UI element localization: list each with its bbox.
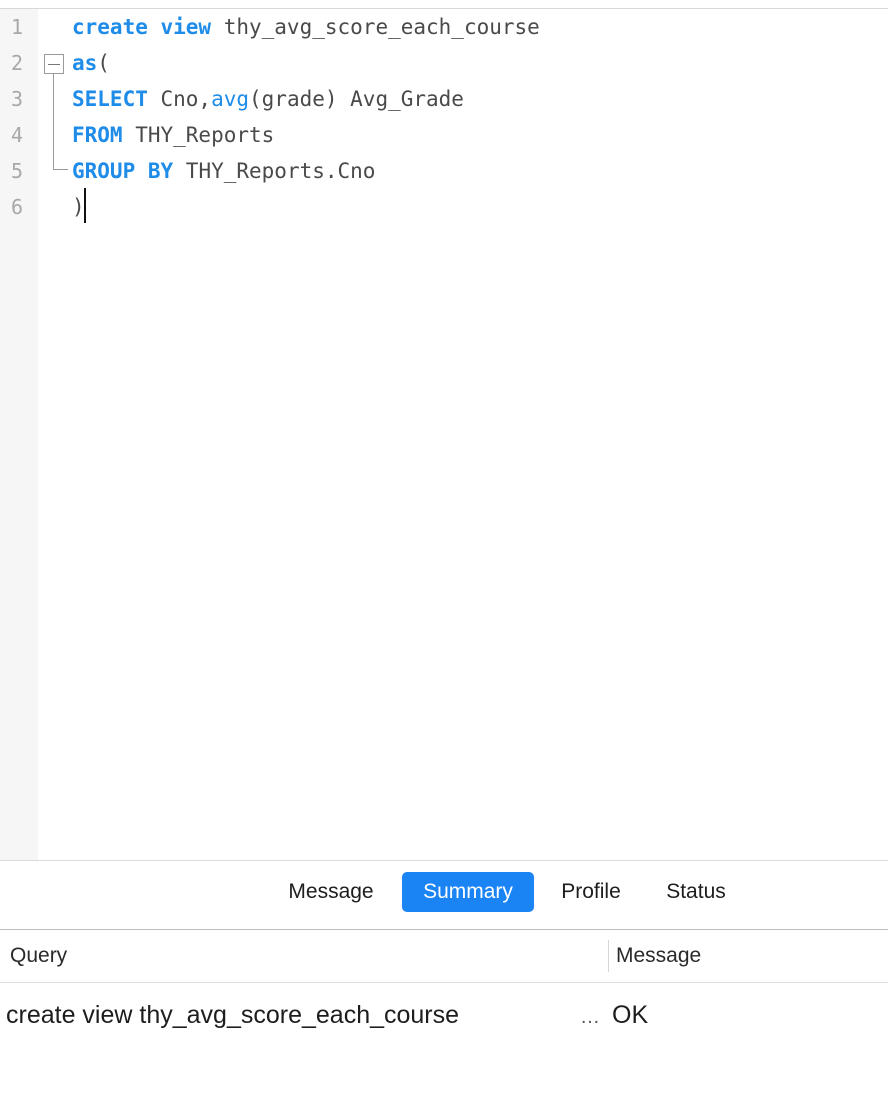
line-number: 2 bbox=[10, 51, 24, 75]
sql-text: THY_Reports.Cno bbox=[173, 159, 376, 183]
line-number: 1 bbox=[10, 15, 24, 39]
results-table-header: Query Message bbox=[0, 930, 888, 982]
query-cell: create view thy_avg_score_each_course bbox=[6, 1001, 460, 1029]
tab-summary[interactable]: Summary bbox=[402, 872, 534, 912]
line-number: 4 bbox=[10, 123, 24, 147]
sql-function: avg bbox=[211, 87, 250, 111]
code-line[interactable]: SELECT Cno,avg(grade) Avg_Grade bbox=[72, 81, 464, 117]
sql-text: THY_Reports bbox=[122, 123, 275, 147]
line-number: 5 bbox=[10, 159, 24, 183]
column-header-message[interactable]: Message bbox=[616, 930, 701, 982]
text-caret bbox=[84, 188, 86, 223]
message-cell: OK bbox=[612, 1001, 649, 1029]
sql-keyword: GROUP BY bbox=[72, 159, 174, 183]
table-row[interactable]: create view thy_avg_score_each_course … … bbox=[0, 983, 888, 1047]
code-line[interactable]: ) bbox=[72, 189, 85, 225]
sql-keyword: as bbox=[72, 51, 98, 75]
tab-status[interactable]: Status bbox=[648, 872, 744, 912]
sql-text: thy_avg_score_each_course bbox=[211, 15, 540, 39]
sql-keyword: FROM bbox=[72, 123, 123, 147]
fold-guide-end bbox=[53, 169, 68, 170]
code-line[interactable]: GROUP BY THY_Reports.Cno bbox=[72, 153, 375, 189]
sql-editor[interactable]: 1 2 3 4 5 6 create view thy_avg_score_ea… bbox=[0, 9, 888, 860]
tab-message[interactable]: Message bbox=[270, 872, 392, 912]
result-tab-bar: Message Summary Profile Status bbox=[0, 861, 888, 929]
code-line[interactable]: as( bbox=[72, 45, 110, 81]
sql-keyword: create view bbox=[72, 15, 212, 39]
line-number: 6 bbox=[10, 195, 24, 219]
sql-text: (grade) Avg_Grade bbox=[249, 87, 464, 111]
code-line[interactable]: FROM THY_Reports bbox=[72, 117, 274, 153]
column-resize-handle[interactable] bbox=[608, 940, 609, 972]
fold-collapse-icon[interactable] bbox=[44, 54, 64, 74]
sql-text: ) bbox=[72, 195, 85, 219]
sql-keyword: SELECT bbox=[72, 87, 148, 111]
fold-guide bbox=[53, 74, 54, 169]
sql-text: Cno, bbox=[147, 87, 212, 111]
line-number: 3 bbox=[10, 87, 24, 111]
line-number-gutter: 1 2 3 4 5 6 bbox=[0, 9, 38, 860]
tab-profile[interactable]: Profile bbox=[544, 872, 638, 912]
truncation-ellipsis: … bbox=[580, 1006, 600, 1028]
code-line[interactable]: create view thy_avg_score_each_course bbox=[72, 9, 540, 45]
sql-text: ( bbox=[97, 51, 110, 75]
column-header-query[interactable]: Query bbox=[10, 930, 67, 982]
window-top-edge bbox=[0, 0, 888, 9]
